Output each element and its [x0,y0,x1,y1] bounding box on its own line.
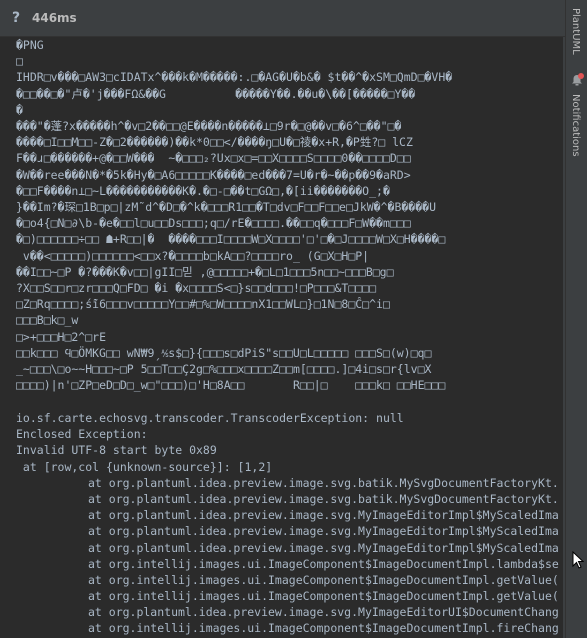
render-time-label: 446ms [32,11,77,25]
invalid-utf8-line: Invalid UTF-8 start byte 0x89 [16,443,217,458]
tab-plantuml[interactable]: PlantUML [570,8,581,55]
stack-trace: io.sf.carte.echosvg.transcoder.Transcode… [0,410,563,637]
preview-toolbar: ? 446ms [0,0,565,37]
stack-frames: at org.plantuml.idea.preview.image.svg.b… [0,475,563,637]
stack-frame-line: at org.plantuml.idea.preview.image.svg.M… [88,524,559,539]
mouse-cursor-icon [572,551,584,569]
enclosed-exception-line: Enclosed Exception: [16,427,148,442]
stack-frame-line: at org.intellij.images.ui.ImageComponent… [88,556,559,571]
stack-frame-line: at org.intellij.images.ui.ImageComponent… [88,621,559,636]
stack-frame-line: at org.plantuml.idea.preview.image.svg.M… [88,540,559,555]
help-icon[interactable]: ? [6,10,26,26]
stack-frame-line: at org.plantuml.idea.preview.image.svg.b… [88,475,559,490]
location-line: at [row,col {unknown-source}]: [1,2] [16,459,273,474]
stack-frame-line: at org.plantuml.idea.preview.image.svg.M… [88,605,559,620]
stack-frame-line: at org.plantuml.idea.preview.image.svg.b… [88,491,559,506]
raw-png-output: �PNG □ IHDR□v���□AW3□cIDATx^���k�M�����:… [0,37,563,393]
notification-badge [578,73,584,79]
exception-line: io.sf.carte.echosvg.transcoder.Transcode… [16,411,404,425]
stack-frame-line: at org.plantuml.idea.preview.image.svg.M… [88,508,559,523]
stack-frame-line: at org.intellij.images.ui.ImageComponent… [88,589,559,604]
right-tool-window-bar: PlantUML Notifications [565,0,587,638]
preview-output-panel: �PNG □ IHDR□v���□AW3□cIDATx^���k�M�����:… [0,37,563,638]
stack-frame-line: at org.intellij.images.ui.ImageComponent… [88,572,559,587]
raw-binary-text: �PNG □ IHDR□v���□AW3□cIDATx^���k�M�����:… [16,38,453,393]
tab-notifications[interactable]: Notifications [570,94,581,157]
